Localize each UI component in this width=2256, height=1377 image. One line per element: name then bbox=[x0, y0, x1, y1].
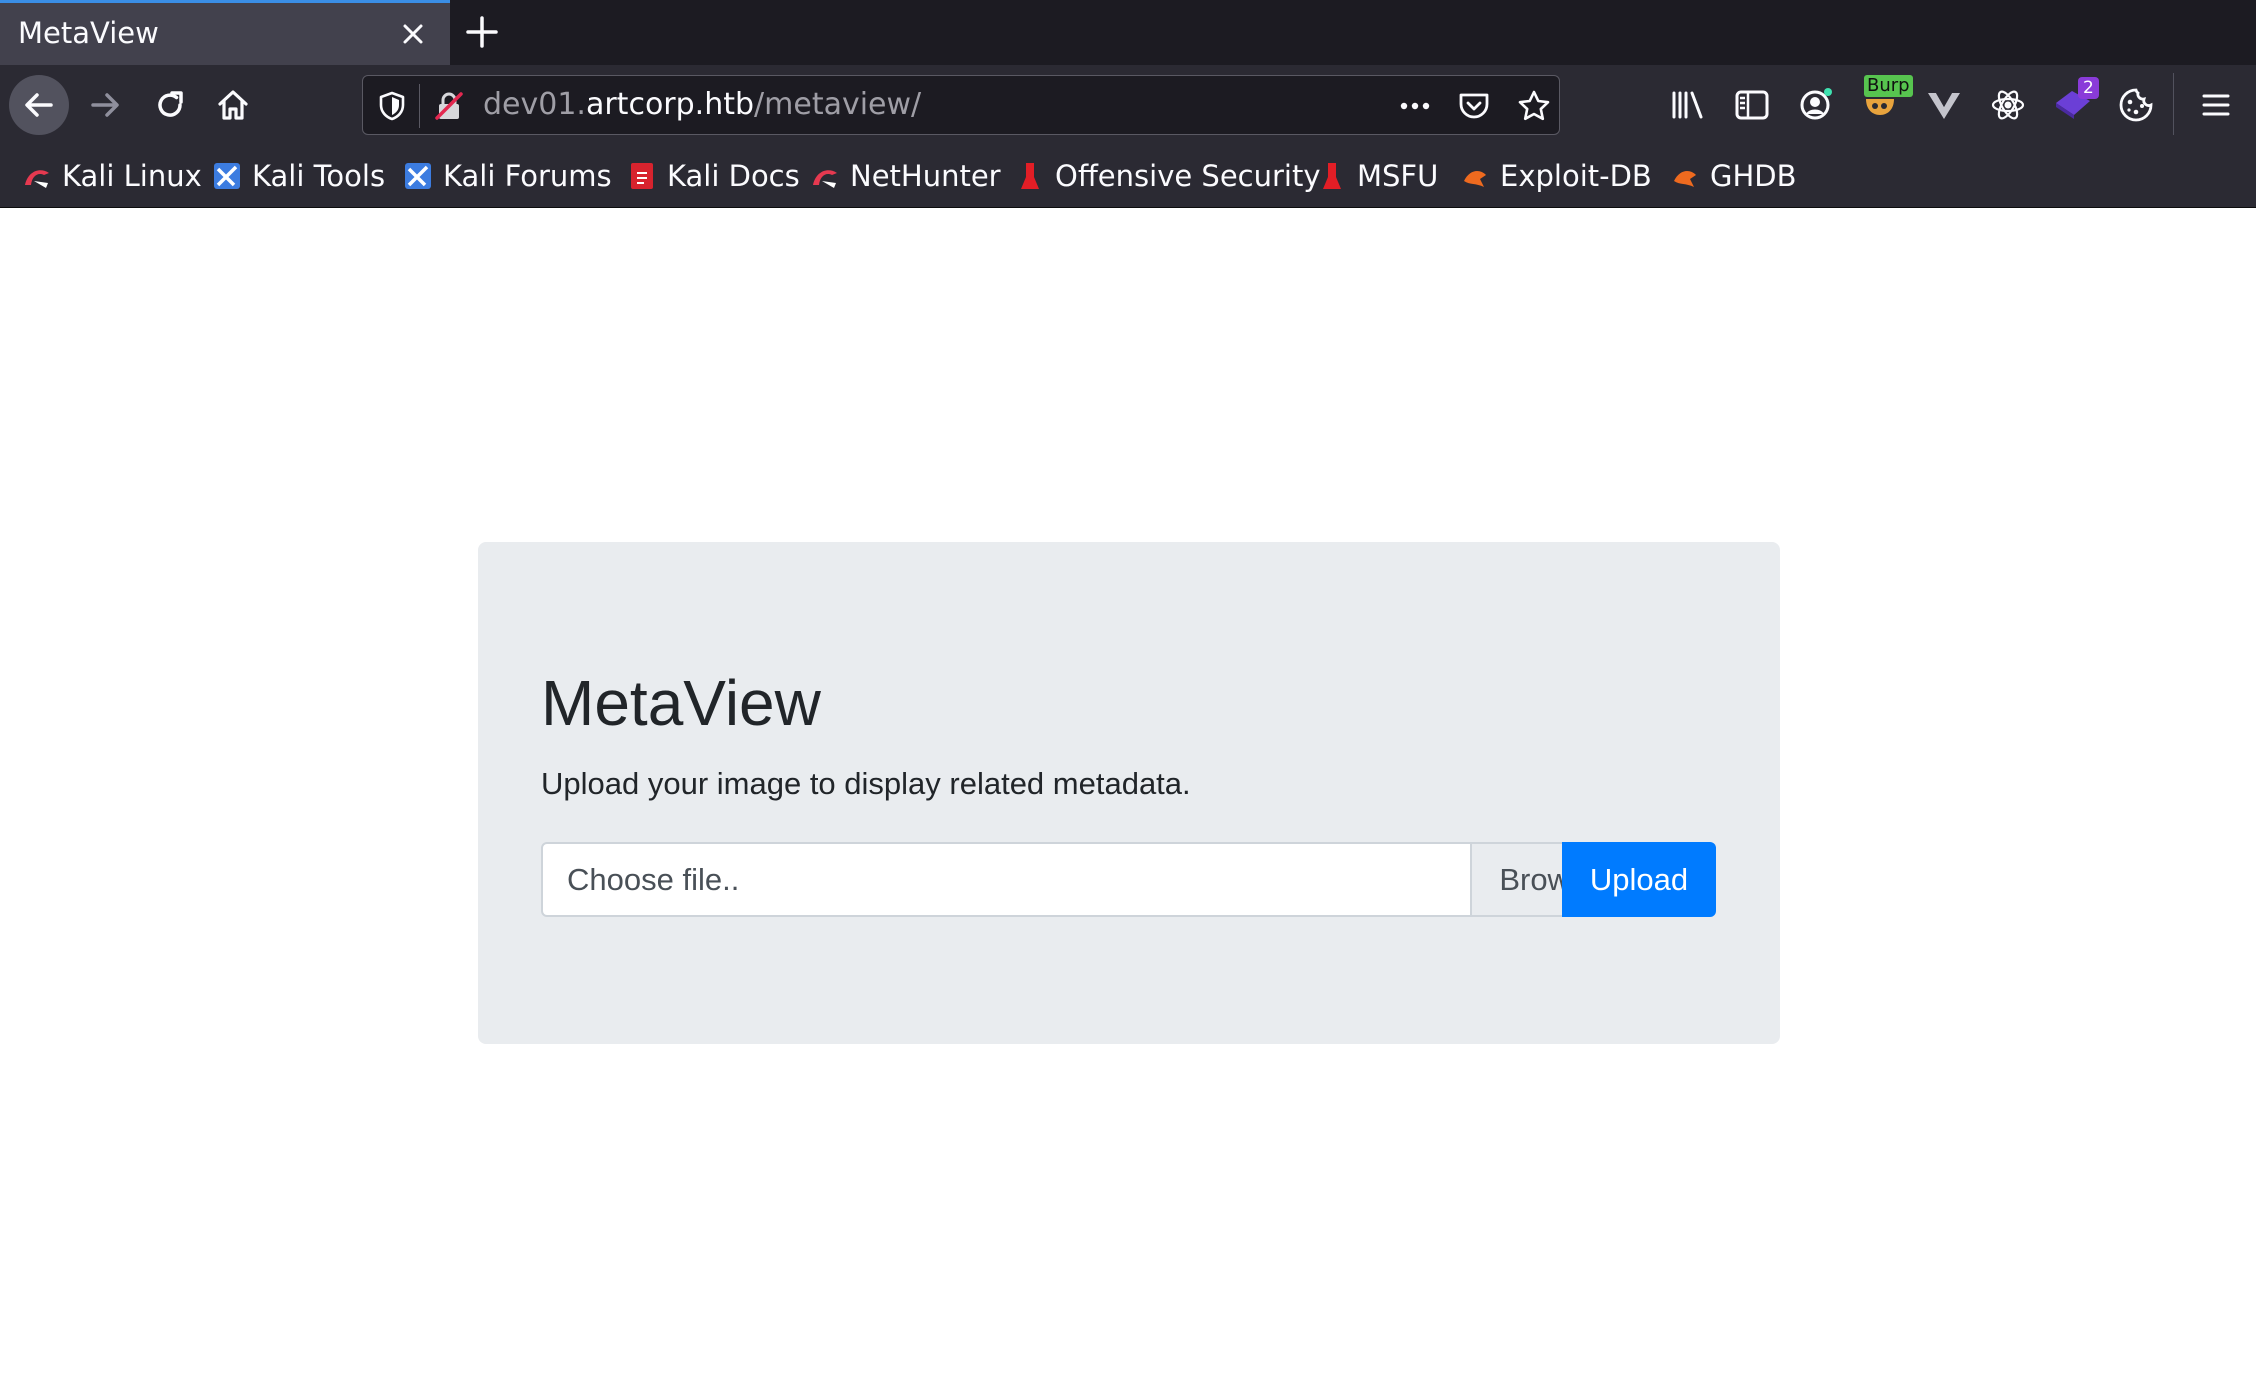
page-actions-more-icon[interactable] bbox=[1397, 90, 1433, 122]
url-separator bbox=[419, 84, 420, 128]
hamburger-menu-icon[interactable] bbox=[2196, 85, 2236, 125]
kali-dragon-icon bbox=[25, 170, 49, 188]
insecure-lock-icon[interactable] bbox=[433, 90, 465, 122]
bookmark-exploit-db[interactable]: Exploit-DB bbox=[1460, 157, 1652, 195]
url-text[interactable]: dev01.artcorp.htb/metaview/ bbox=[483, 87, 921, 122]
bookmark-nethunter[interactable]: NetHunter bbox=[810, 157, 1001, 195]
forward-button[interactable] bbox=[75, 75, 135, 135]
tab-metaview[interactable]: MetaView bbox=[0, 0, 450, 65]
nethunter-icon bbox=[813, 170, 837, 188]
url-host-prefix: dev01. bbox=[483, 87, 586, 122]
url-host: artcorp.htb bbox=[585, 87, 755, 122]
bookmark-kali-docs[interactable]: Kali Docs bbox=[627, 157, 800, 195]
ghdb-icon bbox=[1674, 171, 1696, 187]
react-devtools-icon[interactable] bbox=[1988, 85, 2028, 125]
bookmark-label: NetHunter bbox=[850, 159, 1001, 193]
bookmark-label: Kali Tools bbox=[252, 159, 386, 193]
url-path: /metaview/ bbox=[754, 87, 922, 122]
bookmark-label: GHDB bbox=[1710, 159, 1797, 193]
vue-devtools-icon[interactable] bbox=[1924, 85, 1964, 125]
bookmark-msfu[interactable]: MSFU bbox=[1317, 157, 1438, 195]
back-button[interactable] bbox=[9, 75, 69, 135]
tab-strip: MetaView bbox=[0, 0, 2256, 65]
burp-extension-button[interactable]: Burp bbox=[1860, 75, 1914, 125]
file-chooser-placeholder: Choose file.. bbox=[567, 862, 740, 897]
bookmark-label: Kali Linux bbox=[62, 159, 202, 193]
navigation-toolbar: dev01.artcorp.htb/metaview/ Burp 2 bbox=[0, 65, 2256, 145]
extension-badge-count: 2 bbox=[2078, 77, 2099, 99]
home-icon bbox=[218, 90, 248, 120]
bookmark-offensive-security[interactable]: Offensive Security bbox=[1015, 157, 1321, 195]
tracking-shield-icon[interactable] bbox=[377, 90, 407, 122]
upload-panel: MetaView Upload your image to display re… bbox=[478, 542, 1780, 1044]
reload-icon bbox=[158, 91, 183, 117]
foxyproxy-extension-button[interactable]: 2 bbox=[2052, 77, 2102, 125]
upload-button[interactable]: Upload bbox=[1562, 842, 1716, 917]
kali-tools-icon bbox=[214, 163, 240, 189]
file-chooser[interactable]: Choose file.. Browse bbox=[541, 842, 1630, 917]
bookmark-label: Offensive Security bbox=[1055, 159, 1321, 193]
pocket-icon[interactable] bbox=[1457, 90, 1491, 122]
bookmark-label: MSFU bbox=[1357, 159, 1439, 193]
bookmark-kali-forums[interactable]: Kali Forums bbox=[403, 157, 612, 195]
sidebar-icon[interactable] bbox=[1732, 85, 1772, 125]
library-icon[interactable] bbox=[1668, 85, 1708, 125]
page-title: MetaView bbox=[541, 667, 821, 739]
bookmark-label: Kali Docs bbox=[667, 159, 800, 193]
bookmark-star-icon[interactable] bbox=[1517, 90, 1551, 122]
bookmark-kali-linux[interactable]: Kali Linux bbox=[22, 157, 202, 195]
toolbar-separator bbox=[2173, 73, 2174, 135]
bookmark-label: Exploit-DB bbox=[1500, 159, 1652, 193]
cookie-icon[interactable] bbox=[2116, 85, 2156, 125]
exploitdb-icon bbox=[1464, 171, 1486, 187]
burp-badge: Burp bbox=[1864, 75, 1913, 97]
page-description: Upload your image to display related met… bbox=[541, 766, 1191, 801]
bookmark-kali-tools[interactable]: Kali Tools bbox=[212, 157, 385, 195]
bookmarks-toolbar: Kali Linux Kali Tools Kali Forums Kali D… bbox=[0, 145, 2256, 208]
bookmark-ghdb[interactable]: GHDB bbox=[1670, 157, 1797, 195]
kali-forums-icon bbox=[405, 163, 431, 189]
home-button[interactable] bbox=[203, 75, 263, 135]
bookmark-label: Kali Forums bbox=[443, 159, 612, 193]
reload-button[interactable] bbox=[140, 75, 200, 135]
arrow-right-icon bbox=[91, 93, 119, 117]
arrow-left-icon bbox=[25, 93, 53, 117]
close-icon[interactable] bbox=[396, 17, 430, 51]
msfu-icon bbox=[1323, 163, 1341, 189]
tab-title: MetaView bbox=[18, 16, 159, 50]
account-icon[interactable] bbox=[1796, 85, 1836, 125]
new-tab-plus-icon[interactable] bbox=[462, 12, 502, 52]
kali-docs-icon bbox=[631, 163, 653, 189]
address-bar[interactable]: dev01.artcorp.htb/metaview/ bbox=[362, 75, 1560, 135]
offsec-icon bbox=[1021, 163, 1039, 189]
